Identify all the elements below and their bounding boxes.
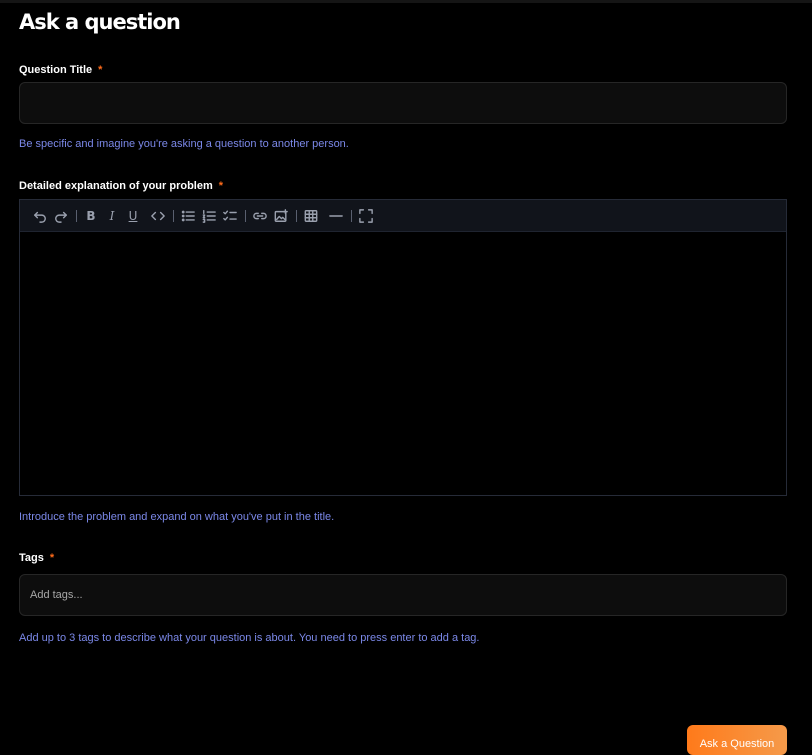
fullscreen-icon[interactable] [357,207,375,225]
tags-input[interactable] [19,574,787,616]
checklist-icon[interactable] [221,207,239,225]
link-icon[interactable] [251,207,269,225]
tags-hint: Add up to 3 tags to describe what your q… [19,632,480,644]
toolbar-divider [296,209,297,222]
underline-icon[interactable]: U [124,207,142,225]
bold-icon[interactable]: B [82,207,100,225]
question-title-hint: Be specific and imagine you're asking a … [19,138,349,150]
explanation-label: Detailed explanation of your problem * [19,180,223,192]
editor-content-area[interactable] [20,233,786,495]
rich-text-editor: B I U [19,199,787,496]
image-icon[interactable] [272,207,290,225]
undo-icon[interactable] [31,207,49,225]
code-icon[interactable] [149,207,167,225]
toolbar-divider [173,209,174,222]
redo-icon[interactable] [52,207,70,225]
explanation-hint: Introduce the problem and expand on what… [19,511,335,523]
required-marker: * [98,64,103,76]
question-title-input[interactable] [19,82,787,124]
explanation-label-text: Detailed explanation of your problem [19,180,213,192]
toolbar-divider [245,209,246,222]
tags-label: Tags * [19,552,54,564]
question-title-label: Question Title * [19,64,102,76]
numbered-list-icon[interactable] [200,207,218,225]
italic-icon[interactable]: I [103,207,121,225]
table-icon[interactable] [302,207,320,225]
tags-label-text: Tags [19,552,44,564]
top-border [0,0,812,3]
horizontal-rule-icon[interactable] [327,207,345,225]
toolbar-divider [351,209,352,222]
ask-question-button[interactable]: Ask a Question [687,725,787,755]
required-marker: * [218,180,224,192]
question-title-label-text: Question Title [19,64,93,76]
bullet-list-icon[interactable] [179,207,197,225]
required-marker: * [49,552,55,564]
editor-toolbar: B I U [20,200,786,232]
toolbar-divider [76,209,77,222]
page-title: Ask a question [19,10,181,34]
